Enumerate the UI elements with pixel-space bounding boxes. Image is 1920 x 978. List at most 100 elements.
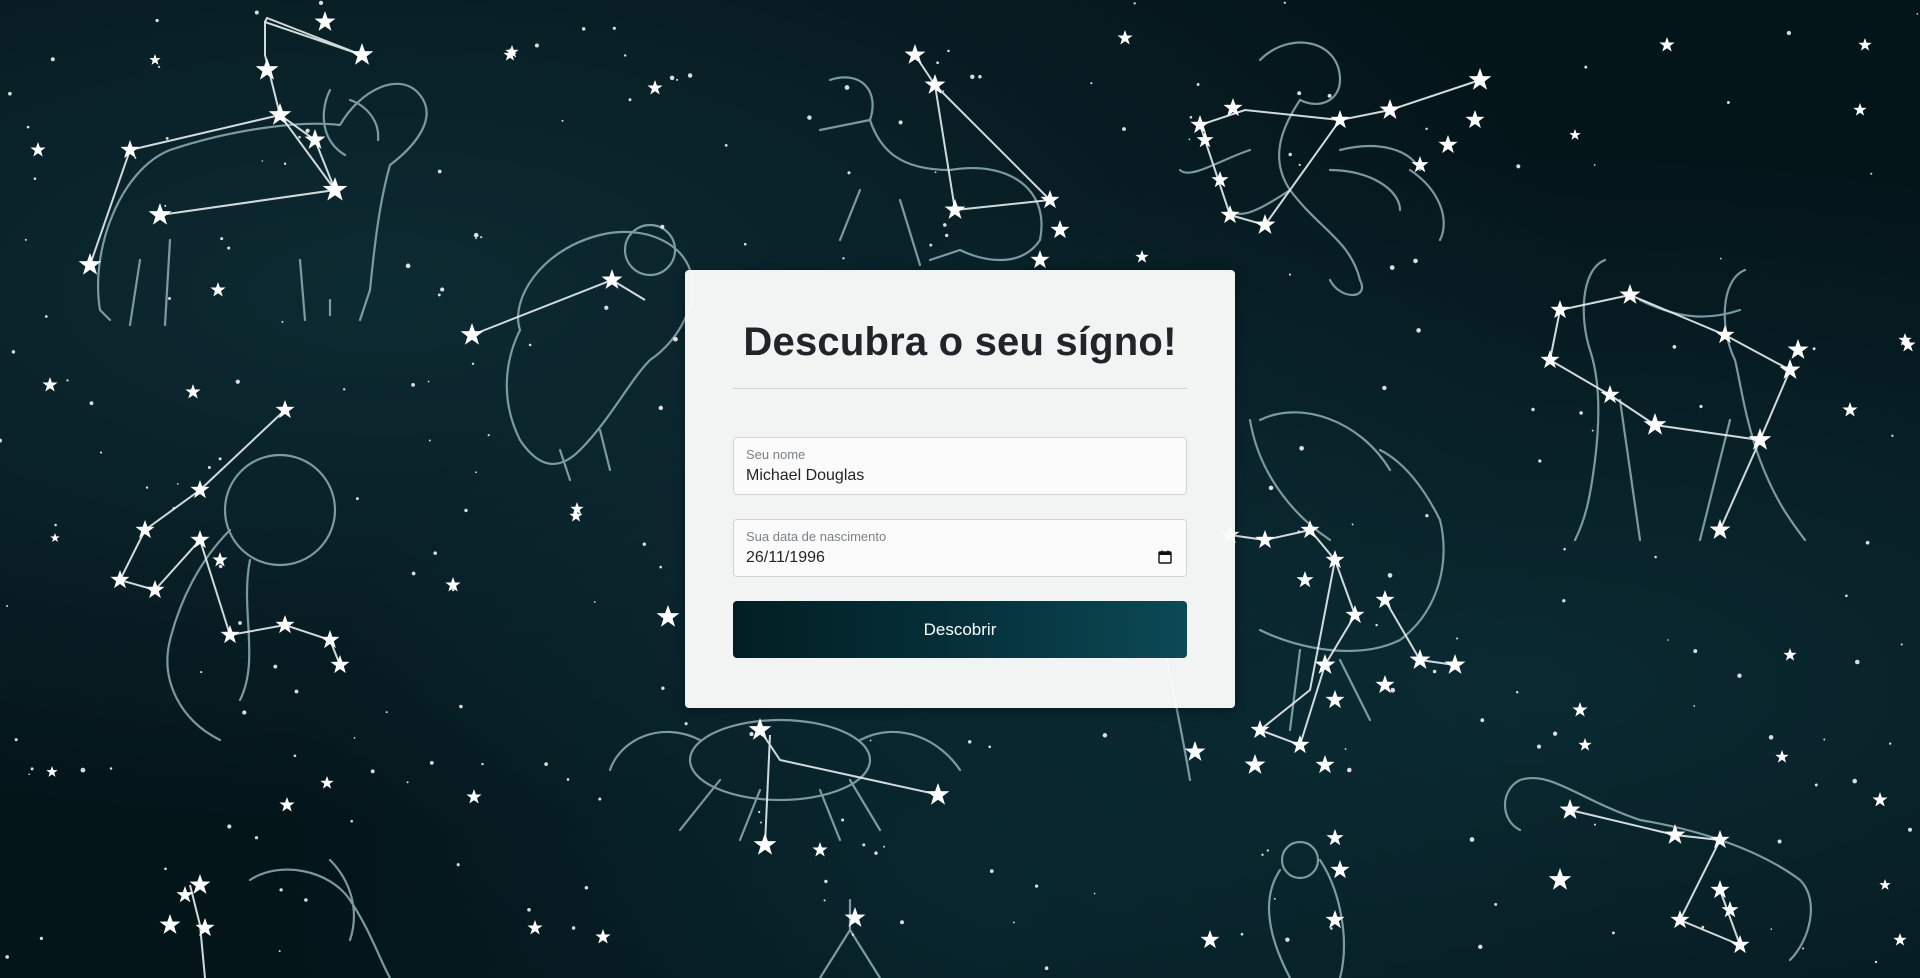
star [844,907,866,927]
sky-dot [947,49,950,53]
virgo-illustration [1268,840,1346,978]
sky-dot [608,281,613,286]
name-field-label: Seu nome [746,447,806,462]
sky-dot [1273,897,1276,900]
sky-dot [1034,884,1039,888]
name-field-value[interactable]: Michael Douglas [746,467,864,485]
sky-dot [428,439,431,442]
sky-dot [874,851,878,855]
sky-dot [1390,687,1396,693]
sky-dot [164,867,167,871]
star [50,533,60,543]
star [1117,30,1133,45]
sky-dot [1425,127,1428,131]
sky-dot [1852,778,1857,784]
sky-dot [1456,637,1459,640]
star [1787,339,1809,359]
birthdate-field-label: Sua data de nascimento [746,529,887,544]
sky-dot [242,710,247,715]
sky-dot [862,843,866,847]
sky-dot [1584,65,1588,69]
sky-dot [970,74,975,80]
sky-dot [1891,434,1894,437]
star [120,140,140,159]
star [1853,103,1867,116]
sky-dot [1654,555,1657,559]
sky-dot [934,171,937,174]
sky-dot [1480,718,1485,723]
sky-dot [1283,1,1286,4]
sky-dot [566,778,570,781]
sky-dot [1845,594,1848,598]
star [812,842,828,857]
birthdate-field-value[interactable]: 26/11/1996 [746,549,825,567]
calendar-icon[interactable] [1158,550,1172,564]
star [1893,933,1907,946]
sky-dot [39,936,44,941]
star [330,655,350,674]
sky-dot [164,204,167,207]
sky-dot [1593,823,1597,826]
star [1290,735,1310,754]
sky-dot [824,879,828,884]
star [1619,284,1641,304]
sky-dot [1823,738,1826,741]
sky-dot [220,237,224,241]
sky-dot [218,457,222,461]
gemini-illustration [1573,258,1807,542]
star [149,54,161,65]
star [1250,720,1270,739]
name-field[interactable]: Seu nome Michael Douglas [733,437,1187,495]
star [595,929,611,944]
star [1715,325,1735,344]
sky-dot [1693,705,1696,707]
star [110,570,130,589]
star [322,177,348,201]
sky-dot [760,821,762,824]
sky-dot [1538,459,1542,463]
sky-dot [1299,445,1304,451]
discover-button[interactable]: Descobrir [733,601,1187,658]
sky-dot [6,605,9,607]
sky-dot [437,293,441,297]
sky-dot [427,380,430,383]
star [1200,930,1220,949]
sky-dot [355,497,359,501]
sky-dot [1285,937,1290,942]
sky-dot [1768,735,1774,740]
star [1325,690,1345,709]
sky-dot [945,233,949,238]
sky-dot [1298,163,1301,167]
birthdate-field[interactable]: Sua data de nascimento 26/11/1996 [733,519,1187,577]
sky-dot [318,0,324,6]
sky-dot [1672,345,1677,349]
star [1184,741,1206,761]
cancer-illustration [608,718,962,842]
sky-dot [261,160,264,162]
libra-illustration [818,898,882,978]
sky-dot [642,542,647,546]
taurus-illustration [1504,777,1812,962]
star [1196,131,1214,148]
sky-dot [598,797,602,801]
sky-dot [26,125,30,129]
sky-dot [684,722,688,726]
sky-dot [687,73,693,78]
sky-dot [1579,411,1583,415]
sky-dot [1387,573,1393,578]
sky-dot [1344,748,1347,750]
sky-dot [1478,944,1483,950]
sky-dot [929,243,933,247]
sky-dot [528,343,532,347]
sky-dot [1699,404,1703,409]
star [1872,792,1888,807]
sky-dot [1288,273,1292,276]
sky-dot [1133,2,1136,5]
sky-dot [1425,514,1429,518]
sky-dot [235,379,240,384]
sky-dot [305,128,310,133]
sky-dot [724,144,728,147]
sky-dot [943,223,947,227]
sky-dot [1786,30,1792,36]
sky-dot [487,434,490,437]
